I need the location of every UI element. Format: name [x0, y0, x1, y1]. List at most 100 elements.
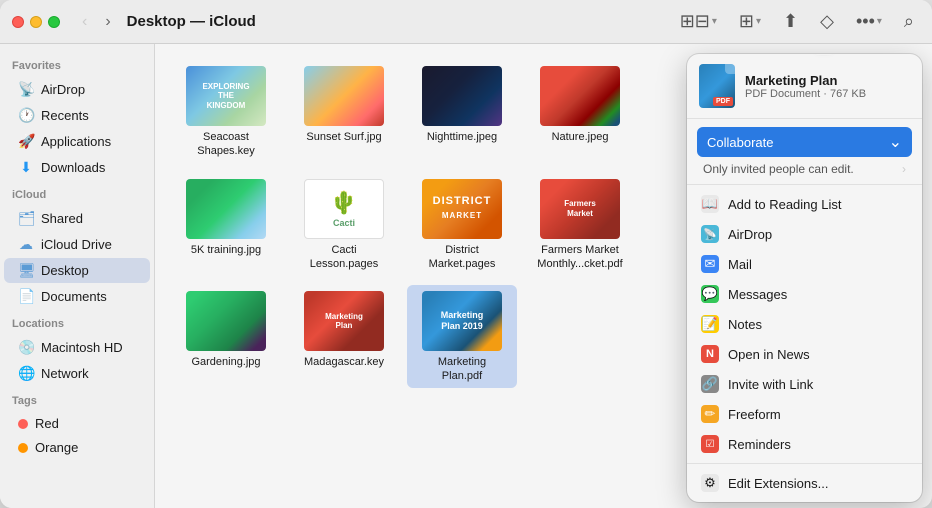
file-name-nighttime: Nighttime.jpeg	[427, 130, 497, 144]
mail-icon: ✉	[701, 255, 719, 273]
reminders-icon: ☑	[701, 435, 719, 453]
sidebar-item-documents[interactable]: 📄 Documents	[4, 284, 150, 309]
forward-button[interactable]: ›	[99, 11, 116, 33]
file-item-cacti[interactable]: 🌵 Cacti CactiLesson.pages	[289, 173, 399, 276]
share-popover: PDF Marketing Plan PDF Document · 767 KB…	[687, 54, 922, 502]
sidebar-item-recents[interactable]: 🕐 Recents	[4, 103, 150, 128]
sidebar-desktop-label: Desktop	[41, 263, 89, 278]
popover-file-icon: PDF	[699, 64, 735, 108]
file-thumb-district: DISTRICTMARKET	[422, 179, 502, 239]
menu-item-edit-extensions[interactable]: ⚙ Edit Extensions...	[687, 468, 922, 498]
sidebar-item-downloads[interactable]: ⬇ Downloads	[4, 155, 150, 180]
file-item-nighttime[interactable]: Nighttime.jpeg	[407, 60, 517, 163]
sidebar-downloads-label: Downloads	[41, 160, 105, 175]
sidebar: Favorites 📡 AirDrop 🕐 Recents 🚀 Applicat…	[0, 44, 155, 508]
tag-button[interactable]: ◇	[814, 7, 840, 36]
close-button[interactable]	[12, 16, 24, 28]
share-button[interactable]: ⬆	[777, 7, 804, 36]
chevron-right-icon: ›	[902, 162, 906, 176]
popover-arrow	[816, 54, 832, 55]
maximize-button[interactable]	[48, 16, 60, 28]
edit-extensions-icon: ⚙	[701, 474, 719, 492]
file-item-farmers[interactable]: FarmersMarket Farmers MarketMonthly...ck…	[525, 173, 635, 276]
notes-icon: 📝	[701, 315, 719, 333]
airdrop-share-icon: 📡	[701, 225, 719, 243]
file-thumb-madagascar: MarketingPlan	[304, 291, 384, 351]
file-name-seacoast: SeacoastShapes.key	[197, 130, 254, 159]
file-item-5k[interactable]: 5K training.jpg	[171, 173, 281, 276]
file-item-gardening[interactable]: Gardening.jpg	[171, 285, 281, 388]
file-item-marketing[interactable]: MarketingPlan 2019 MarketingPlan.pdf	[407, 285, 517, 388]
icloud-label: iCloud	[0, 181, 154, 205]
search-button[interactable]: ⌕	[898, 7, 920, 36]
sidebar-item-red[interactable]: Red	[4, 412, 150, 435]
sidebar-shared-label: Shared	[41, 211, 83, 226]
recents-icon: 🕐	[18, 107, 34, 124]
finder-window: ‹ › Desktop — iCloud ⊞⊟ ▾ ⊞ ▾ ⬆ ◇ ••• ▾	[0, 0, 932, 508]
messages-icon: 💬	[701, 285, 719, 303]
sidebar-item-applications[interactable]: 🚀 Applications	[4, 129, 150, 154]
file-item-district[interactable]: DISTRICTMARKET DistrictMarket.pages	[407, 173, 517, 276]
sidebar-item-icloud-drive[interactable]: ☁ iCloud Drive	[4, 232, 150, 257]
menu-item-messages[interactable]: 💬 Messages	[687, 279, 922, 309]
group-button[interactable]: ⊞ ▾	[733, 7, 767, 36]
file-thumb-nighttime	[422, 66, 502, 126]
sidebar-item-shared[interactable]: 🗂 Shared	[4, 206, 150, 231]
file-name-farmers: Farmers MarketMonthly...cket.pdf	[537, 243, 622, 272]
popover-file-info: Marketing Plan PDF Document · 767 KB	[745, 73, 910, 100]
collaborate-label: Collaborate	[707, 135, 774, 150]
file-thumb-5k	[186, 179, 266, 239]
file-name-marketing: MarketingPlan.pdf	[438, 355, 486, 384]
sidebar-item-network[interactable]: 🌐 Network	[4, 361, 150, 386]
back-button[interactable]: ‹	[76, 11, 93, 33]
menu-invite-link-label: Invite with Link	[728, 377, 813, 392]
view-toggle-button[interactable]: ⊞⊟ ▾	[674, 7, 723, 36]
file-item-nature[interactable]: Nature.jpeg	[525, 60, 635, 163]
file-name-district: DistrictMarket.pages	[429, 243, 496, 272]
sidebar-item-macintosh-hd[interactable]: 💿 Macintosh HD	[4, 335, 150, 360]
sidebar-documents-label: Documents	[41, 289, 107, 304]
sidebar-item-orange[interactable]: Orange	[4, 436, 150, 459]
file-thumb-nature	[540, 66, 620, 126]
desktop-icon: 🖥	[18, 262, 34, 279]
file-item-seacoast[interactable]: EXPLORINGTHEKINGDOM SeacoastShapes.key	[171, 60, 281, 163]
file-item-madagascar[interactable]: MarketingPlan Madagascar.key	[289, 285, 399, 388]
menu-item-freeform[interactable]: ✏ Freeform	[687, 399, 922, 429]
more-button[interactable]: ••• ▾	[850, 7, 888, 36]
file-thumb-marketing: MarketingPlan 2019	[422, 291, 502, 351]
file-name-5k: 5K training.jpg	[191, 243, 261, 257]
nav-buttons: ‹ ›	[76, 11, 117, 33]
chevron-down-icon3: ▾	[877, 16, 882, 27]
popover-file-meta: PDF Document · 767 KB	[745, 88, 910, 100]
collaborate-sub[interactable]: Only invited people can edit. ›	[697, 157, 912, 176]
applications-icon: 🚀	[18, 133, 34, 150]
sidebar-item-desktop[interactable]: 🖥 Desktop	[4, 258, 150, 283]
file-name-cacti: CactiLesson.pages	[310, 243, 379, 272]
menu-item-news[interactable]: N Open in News	[687, 339, 922, 369]
search-icon: ⌕	[904, 11, 914, 32]
minimize-button[interactable]	[30, 16, 42, 28]
sidebar-macintosh-hd-label: Macintosh HD	[41, 340, 123, 355]
collaborate-dropdown[interactable]: Collaborate ⌄	[697, 127, 912, 157]
sidebar-icloud-drive-label: iCloud Drive	[41, 237, 112, 252]
orange-tag-dot	[18, 443, 28, 453]
sidebar-red-label: Red	[35, 416, 59, 431]
sidebar-recents-label: Recents	[41, 108, 89, 123]
menu-item-reading-list[interactable]: 📖 Add to Reading List	[687, 189, 922, 219]
main-content: Favorites 📡 AirDrop 🕐 Recents 🚀 Applicat…	[0, 44, 932, 508]
menu-item-airdrop[interactable]: 📡 AirDrop	[687, 219, 922, 249]
menu-item-notes[interactable]: 📝 Notes	[687, 309, 922, 339]
file-thumb-seacoast: EXPLORINGTHEKINGDOM	[186, 66, 266, 126]
tag-icon: ◇	[820, 11, 834, 32]
menu-notes-label: Notes	[728, 317, 762, 332]
menu-item-reminders[interactable]: ☑ Reminders	[687, 429, 922, 459]
file-area: EXPLORINGTHEKINGDOM SeacoastShapes.key S…	[155, 44, 932, 508]
menu-item-mail[interactable]: ✉ Mail	[687, 249, 922, 279]
menu-item-invite-link[interactable]: 🔗 Invite with Link	[687, 369, 922, 399]
favorites-label: Favorites	[0, 52, 154, 76]
ellipsis-icon: •••	[856, 11, 875, 32]
sidebar-item-airdrop[interactable]: 📡 AirDrop	[4, 77, 150, 102]
file-name-nature: Nature.jpeg	[552, 130, 609, 144]
documents-icon: 📄	[18, 288, 34, 305]
file-item-sunset[interactable]: Sunset Surf.jpg	[289, 60, 399, 163]
